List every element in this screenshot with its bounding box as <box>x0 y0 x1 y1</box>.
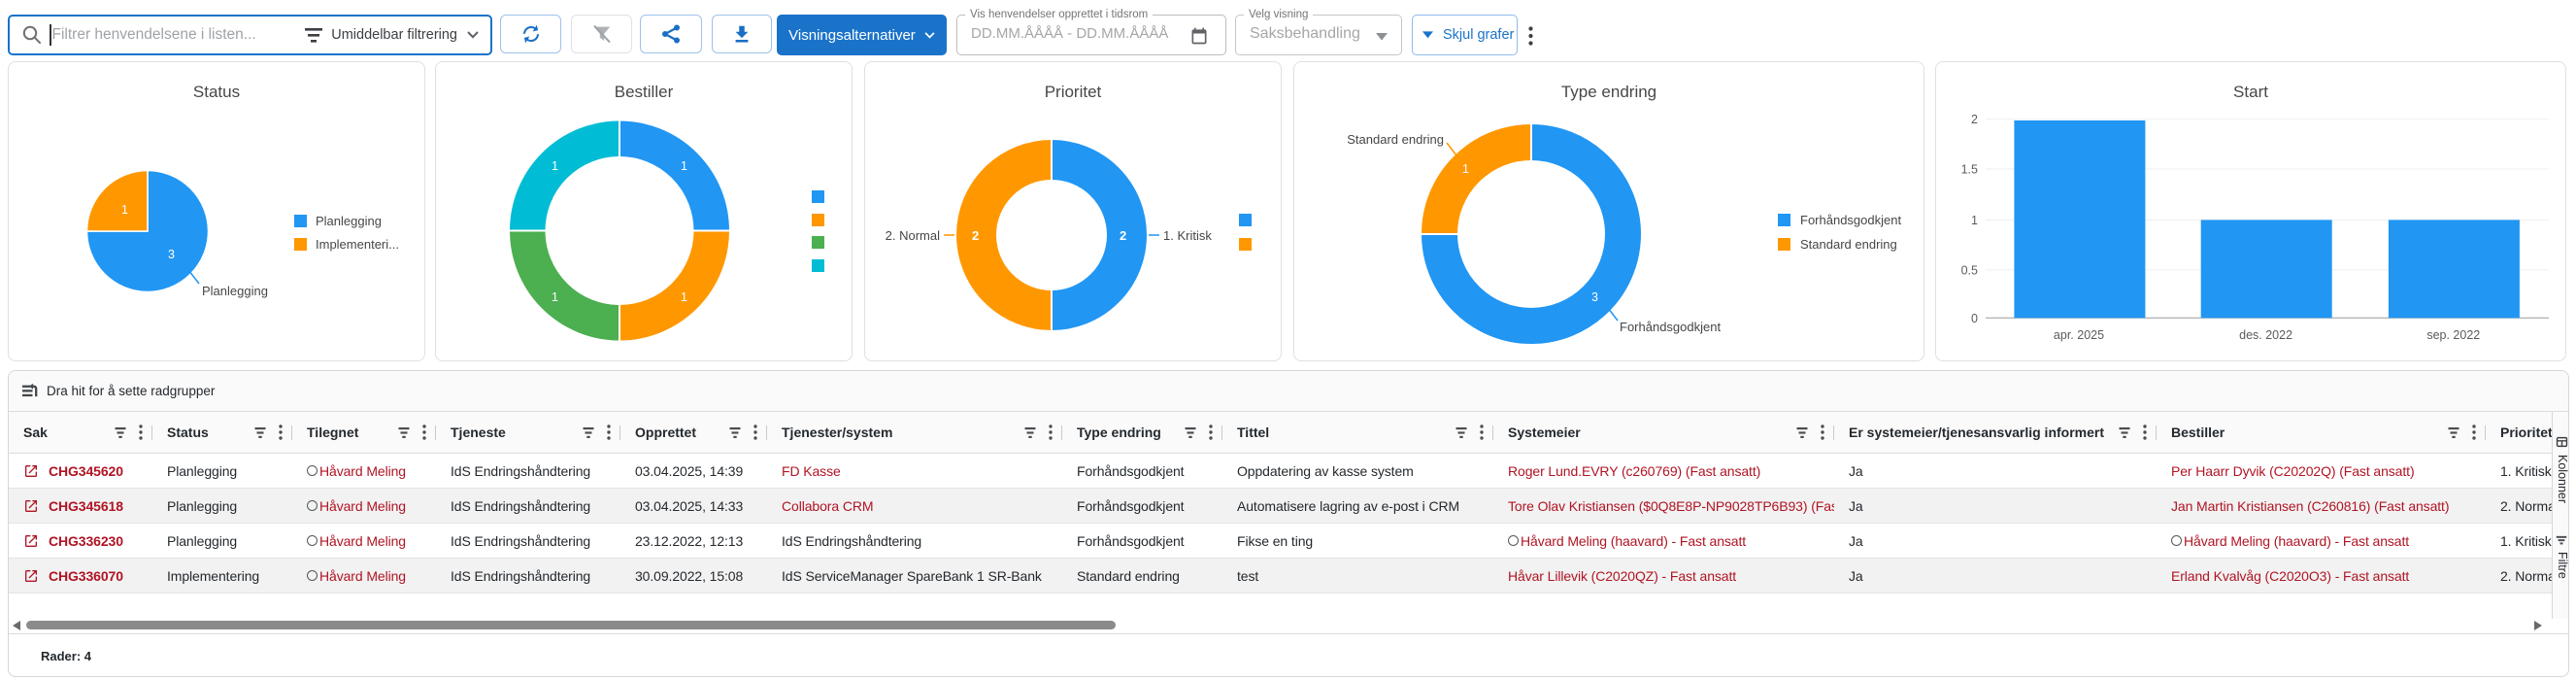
svg-text:Implementeri...: Implementeri... <box>316 237 399 252</box>
svg-text:2: 2 <box>1971 113 1978 126</box>
svg-text:1: 1 <box>1971 214 1978 227</box>
svg-text:Planlegging: Planlegging <box>316 214 382 228</box>
svg-text:2: 2 <box>972 228 979 243</box>
svg-text:Standard endring: Standard endring <box>1347 132 1444 147</box>
svg-text:des. 2022: des. 2022 <box>2239 328 2292 342</box>
svg-text:1. Kritisk: 1. Kritisk <box>1163 228 1212 243</box>
svg-text:3: 3 <box>168 248 175 261</box>
svg-text:1: 1 <box>681 159 687 173</box>
svg-text:2: 2 <box>1120 228 1126 243</box>
svg-text:0.5: 0.5 <box>1961 263 1978 277</box>
svg-text:1: 1 <box>552 159 558 173</box>
svg-text:Forhåndsgodkjent: Forhåndsgodkjent <box>1800 213 1901 227</box>
svg-text:1.5: 1.5 <box>1961 163 1978 177</box>
svg-text:1: 1 <box>681 290 687 304</box>
svg-text:2. Normal: 2. Normal <box>886 228 940 243</box>
svg-text:1: 1 <box>121 203 128 217</box>
svg-text:apr. 2025: apr. 2025 <box>2054 328 2104 342</box>
svg-text:1: 1 <box>1462 162 1469 176</box>
svg-text:Standard endring: Standard endring <box>1800 237 1897 252</box>
svg-text:sep. 2022: sep. 2022 <box>2426 328 2480 342</box>
svg-text:3: 3 <box>1591 290 1598 304</box>
svg-text:Forhåndsgodkjent: Forhåndsgodkjent <box>1620 320 1721 334</box>
svg-text:Planlegging: Planlegging <box>202 284 268 298</box>
svg-text:1: 1 <box>552 290 558 304</box>
svg-text:0: 0 <box>1971 312 1978 325</box>
